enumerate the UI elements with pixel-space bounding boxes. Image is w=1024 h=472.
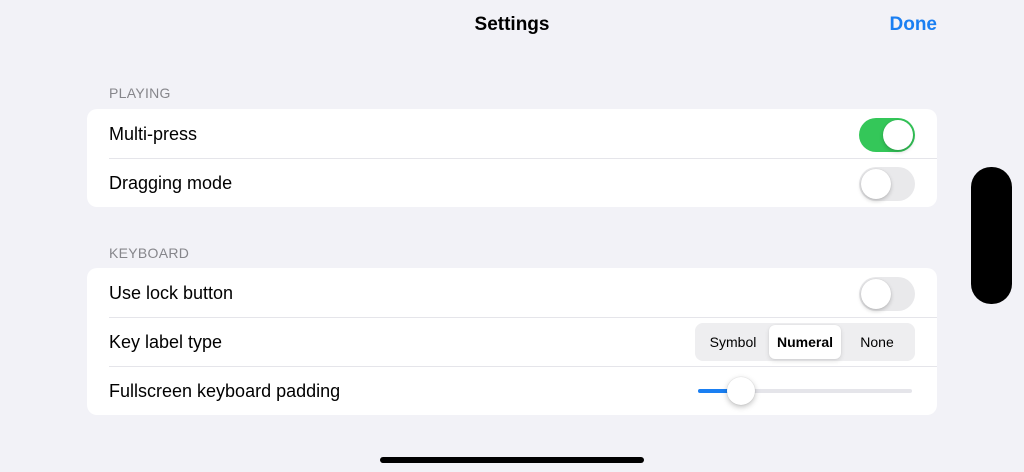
segment-numeral[interactable]: Numeral <box>769 325 841 359</box>
side-drag-handle[interactable] <box>971 167 1012 304</box>
multi-press-toggle[interactable] <box>859 118 915 152</box>
key-label-type-segmented-control: Symbol Numeral None <box>695 323 915 361</box>
dragging-mode-label: Dragging mode <box>109 172 233 193</box>
row-key-label-type: Key label type Symbol Numeral None <box>87 317 937 366</box>
home-indicator[interactable] <box>380 457 644 463</box>
keyboard-group: Use lock button Key label type Symbol Nu… <box>87 268 937 415</box>
row-dragging-mode: Dragging mode <box>87 158 937 207</box>
done-button[interactable]: Done <box>890 13 938 37</box>
row-multi-press: Multi-press <box>87 109 937 158</box>
segment-none[interactable]: None <box>841 325 913 359</box>
dragging-mode-toggle[interactable] <box>859 167 915 201</box>
section-header-playing: PLAYING <box>109 85 171 101</box>
multi-press-label: Multi-press <box>109 123 198 144</box>
segment-symbol[interactable]: Symbol <box>697 325 769 359</box>
key-label-type-label: Key label type <box>109 331 223 352</box>
section-header-keyboard: KEYBOARD <box>109 245 190 261</box>
toggle-knob <box>861 169 891 199</box>
use-lock-button-label: Use lock button <box>109 282 234 303</box>
toggle-knob <box>883 120 913 150</box>
page-title: Settings <box>474 14 550 35</box>
use-lock-button-toggle[interactable] <box>859 277 915 311</box>
toggle-knob <box>861 279 891 309</box>
fullscreen-keyboard-padding-label: Fullscreen keyboard padding <box>109 380 341 401</box>
playing-group: Multi-press Dragging mode <box>87 109 937 207</box>
slider-thumb[interactable] <box>726 377 755 405</box>
row-use-lock-button: Use lock button <box>87 268 937 317</box>
keyboard-padding-slider[interactable] <box>698 377 912 405</box>
row-fullscreen-keyboard-padding: Fullscreen keyboard padding <box>87 366 937 415</box>
